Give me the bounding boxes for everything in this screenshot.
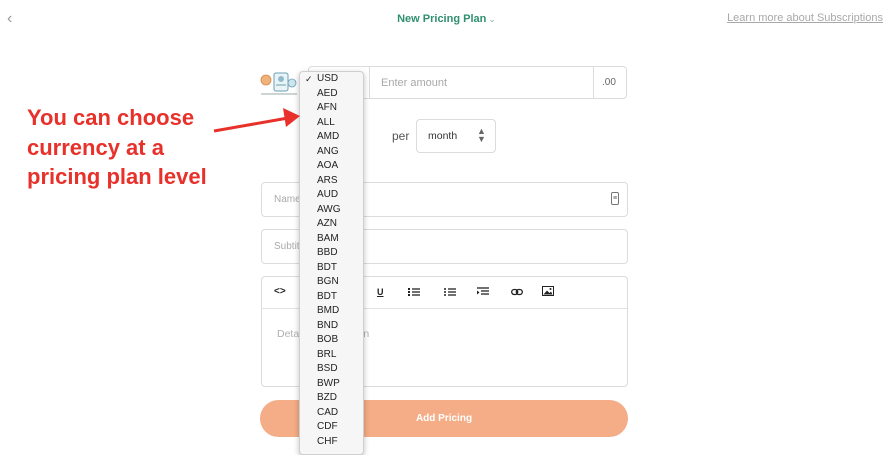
currency-option[interactable]: BOB	[300, 333, 363, 348]
currency-option[interactable]: AOA	[300, 159, 363, 174]
underline-button[interactable]: U	[377, 287, 384, 297]
currency-code: BGN	[317, 276, 339, 287]
currency-code: BZD	[317, 392, 337, 403]
currency-option[interactable]: AED	[300, 87, 363, 102]
currency-code: CAD	[317, 406, 339, 418]
currency-option[interactable]: BZD	[300, 391, 363, 406]
currency-code: AED	[317, 87, 338, 99]
billing-period-select[interactable]: month ▲ ▼	[416, 119, 496, 153]
pricing-illustration-icon	[260, 72, 297, 95]
currency-code: BND	[317, 319, 339, 331]
currency-code: ALL	[317, 116, 335, 128]
currency-option[interactable]: BMD	[300, 304, 363, 319]
currency-option[interactable]: CDF	[300, 420, 363, 435]
amount-input[interactable]: Enter amount	[381, 77, 447, 89]
currency-code: BRL	[317, 348, 337, 360]
currency-code: CDF	[317, 421, 338, 432]
currency-code: BMD	[317, 305, 340, 316]
bullet-list-icon[interactable]	[444, 287, 456, 297]
currency-option[interactable]: BWP	[300, 377, 363, 392]
currency-option[interactable]: BGN	[300, 275, 363, 290]
currency-option[interactable]: AUD	[300, 188, 363, 203]
currency-option[interactable]: BSD	[300, 362, 363, 377]
checkmark-icon: ✓	[305, 74, 313, 84]
chevron-down-icon: ⌄	[488, 14, 496, 24]
currency-option[interactable]: ANG	[300, 145, 363, 160]
currency-option[interactable]: ✓ USD	[300, 72, 363, 87]
currency-code: BBD	[317, 247, 338, 258]
currency-option[interactable]: BAM	[300, 232, 363, 247]
currency-code: BSD	[317, 363, 338, 374]
currency-code: AOA	[317, 160, 339, 171]
currency-code: AZN	[317, 218, 337, 229]
currency-option[interactable]: CAD	[300, 406, 363, 421]
divider	[593, 67, 594, 98]
callout-line: pricing plan level	[27, 164, 207, 189]
billing-period-value: month	[428, 130, 458, 142]
currency-code: AMD	[317, 131, 340, 142]
currency-code: CHF	[317, 435, 338, 447]
currency-code: ARS	[317, 174, 338, 186]
currency-option[interactable]: BBD	[300, 246, 363, 261]
indent-icon[interactable]	[477, 287, 489, 297]
currency-option[interactable]: BRL	[300, 348, 363, 363]
currency-option[interactable]: BDT	[300, 290, 363, 305]
name-placeholder: Name	[274, 194, 301, 205]
divider	[369, 67, 370, 98]
currency-code: AFN	[317, 102, 337, 113]
currency-code: BAM	[317, 232, 339, 244]
link-icon[interactable]	[511, 287, 523, 297]
learn-more-link[interactable]: Learn more about Subscriptions	[727, 12, 883, 24]
character-count-icon: ≡	[611, 192, 619, 205]
currency-code: USD	[317, 73, 339, 84]
currency-code: BOB	[317, 334, 339, 345]
currency-option[interactable]: CHF	[300, 435, 363, 450]
code-view-button[interactable]: <>	[274, 287, 286, 297]
currency-option[interactable]: AZN	[300, 217, 363, 232]
currency-code: ANG	[317, 145, 339, 157]
currency-code: BDT	[317, 290, 337, 302]
currency-option[interactable]: BND	[300, 319, 363, 334]
per-label: per	[392, 129, 410, 143]
currency-option[interactable]: AWG	[300, 203, 363, 218]
currency-option[interactable]: BDT	[300, 261, 363, 276]
annotation-arrow-icon	[213, 108, 300, 133]
currency-code: AUD	[317, 189, 339, 200]
currency-code: AWG	[317, 203, 341, 215]
image-icon[interactable]	[542, 286, 554, 296]
currency-option[interactable]: ARS	[300, 174, 363, 189]
currency-code: BWP	[317, 377, 340, 389]
select-arrows-icon: ▲ ▼	[477, 126, 486, 144]
ordered-list-icon[interactable]	[408, 287, 420, 297]
currency-code: BDT	[317, 261, 337, 273]
amount-decimal-suffix: .00	[602, 77, 616, 88]
